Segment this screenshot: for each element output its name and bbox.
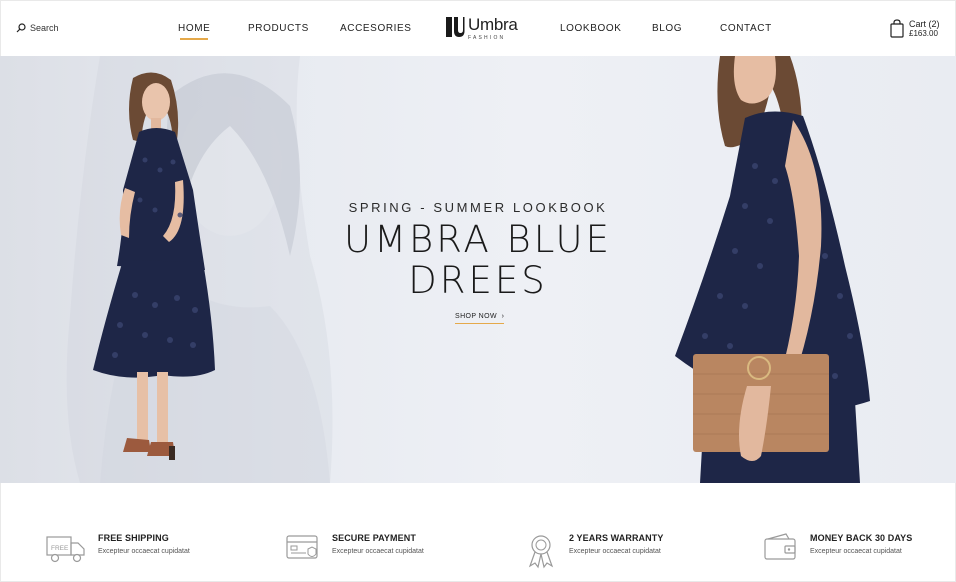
hero-title: UMBRA BLUE DREES bbox=[0, 219, 956, 301]
cart-label: Cart (2) bbox=[909, 19, 940, 29]
feature-warranty: 2 YEARS WARRANTY Excepteur occaecat cupi… bbox=[525, 533, 663, 569]
shopping-bag-icon bbox=[890, 19, 904, 38]
feature-description: Excepteur occaecat cupidatat bbox=[332, 548, 424, 555]
award-ribbon-icon bbox=[528, 535, 554, 569]
feature-title: SECURE PAYMENT bbox=[332, 533, 416, 543]
credit-card-icon bbox=[286, 535, 318, 559]
hero-title-line-2: DREES bbox=[408, 259, 548, 302]
feature-description: Excepteur occaecat cupidatat bbox=[98, 548, 190, 555]
logo-subtext: FASHION bbox=[468, 35, 506, 41]
hero-kicker: SPRING - SUMMER LOOKBOOK bbox=[348, 200, 608, 215]
feature-free-shipping: FREE FREE SHIPPING Excepteur occaecat cu… bbox=[46, 533, 190, 565]
feature-secure-payment: SECURE PAYMENT Excepteur occaecat cupida… bbox=[286, 533, 424, 565]
site-header: Search HOME PRODUCTS ACCESORIES Umbra FA… bbox=[0, 0, 956, 56]
nav-blog[interactable]: BLOG bbox=[652, 23, 682, 34]
search-link[interactable]: Search bbox=[16, 23, 59, 33]
logo-text: Umbra bbox=[468, 15, 518, 34]
feature-money-back: MONEY BACK 30 DAYS Excepteur occaecat cu… bbox=[764, 533, 912, 565]
cart-amount: £163.00 bbox=[909, 29, 938, 38]
nav-accesories[interactable]: ACCESORIES bbox=[340, 23, 412, 34]
nav-products[interactable]: PRODUCTS bbox=[248, 23, 309, 34]
feature-title: MONEY BACK 30 DAYS bbox=[810, 533, 913, 543]
feature-title: FREE SHIPPING bbox=[98, 533, 169, 543]
brand-logo[interactable]: Umbra FASHION bbox=[445, 16, 518, 41]
nav-lookbook[interactable]: LOOKBOOK bbox=[560, 23, 622, 34]
truck-icon: FREE bbox=[46, 536, 85, 563]
feature-title: 2 YEARS WARRANTY bbox=[569, 533, 664, 543]
hero-title-line-1: UMBRA BLUE bbox=[344, 218, 612, 261]
umbra-logo-mark bbox=[446, 17, 465, 37]
search-icon bbox=[16, 23, 26, 33]
feature-description: Excepteur occaecat cupidatat bbox=[569, 548, 661, 555]
wallet-icon bbox=[764, 533, 796, 560]
shop-now-label: SHOP NOW bbox=[455, 313, 497, 320]
nav-contact[interactable]: CONTACT bbox=[720, 23, 772, 34]
hero-banner: SPRING - SUMMER LOOKBOOK UMBRA BLUE DREE… bbox=[0, 56, 956, 483]
search-label: Search bbox=[30, 23, 59, 33]
shop-now-link[interactable]: SHOP NOW › bbox=[455, 313, 505, 324]
feature-description: Excepteur occaecat cupidatat bbox=[810, 548, 902, 555]
cart-link[interactable]: Cart (2) £163.00 bbox=[890, 19, 940, 39]
nav-home[interactable]: HOME bbox=[178, 23, 210, 40]
chevron-right-icon: › bbox=[499, 313, 505, 320]
svg-text:FREE: FREE bbox=[51, 545, 69, 552]
features-bar: FREE FREE SHIPPING Excepteur occaecat cu… bbox=[0, 483, 956, 582]
